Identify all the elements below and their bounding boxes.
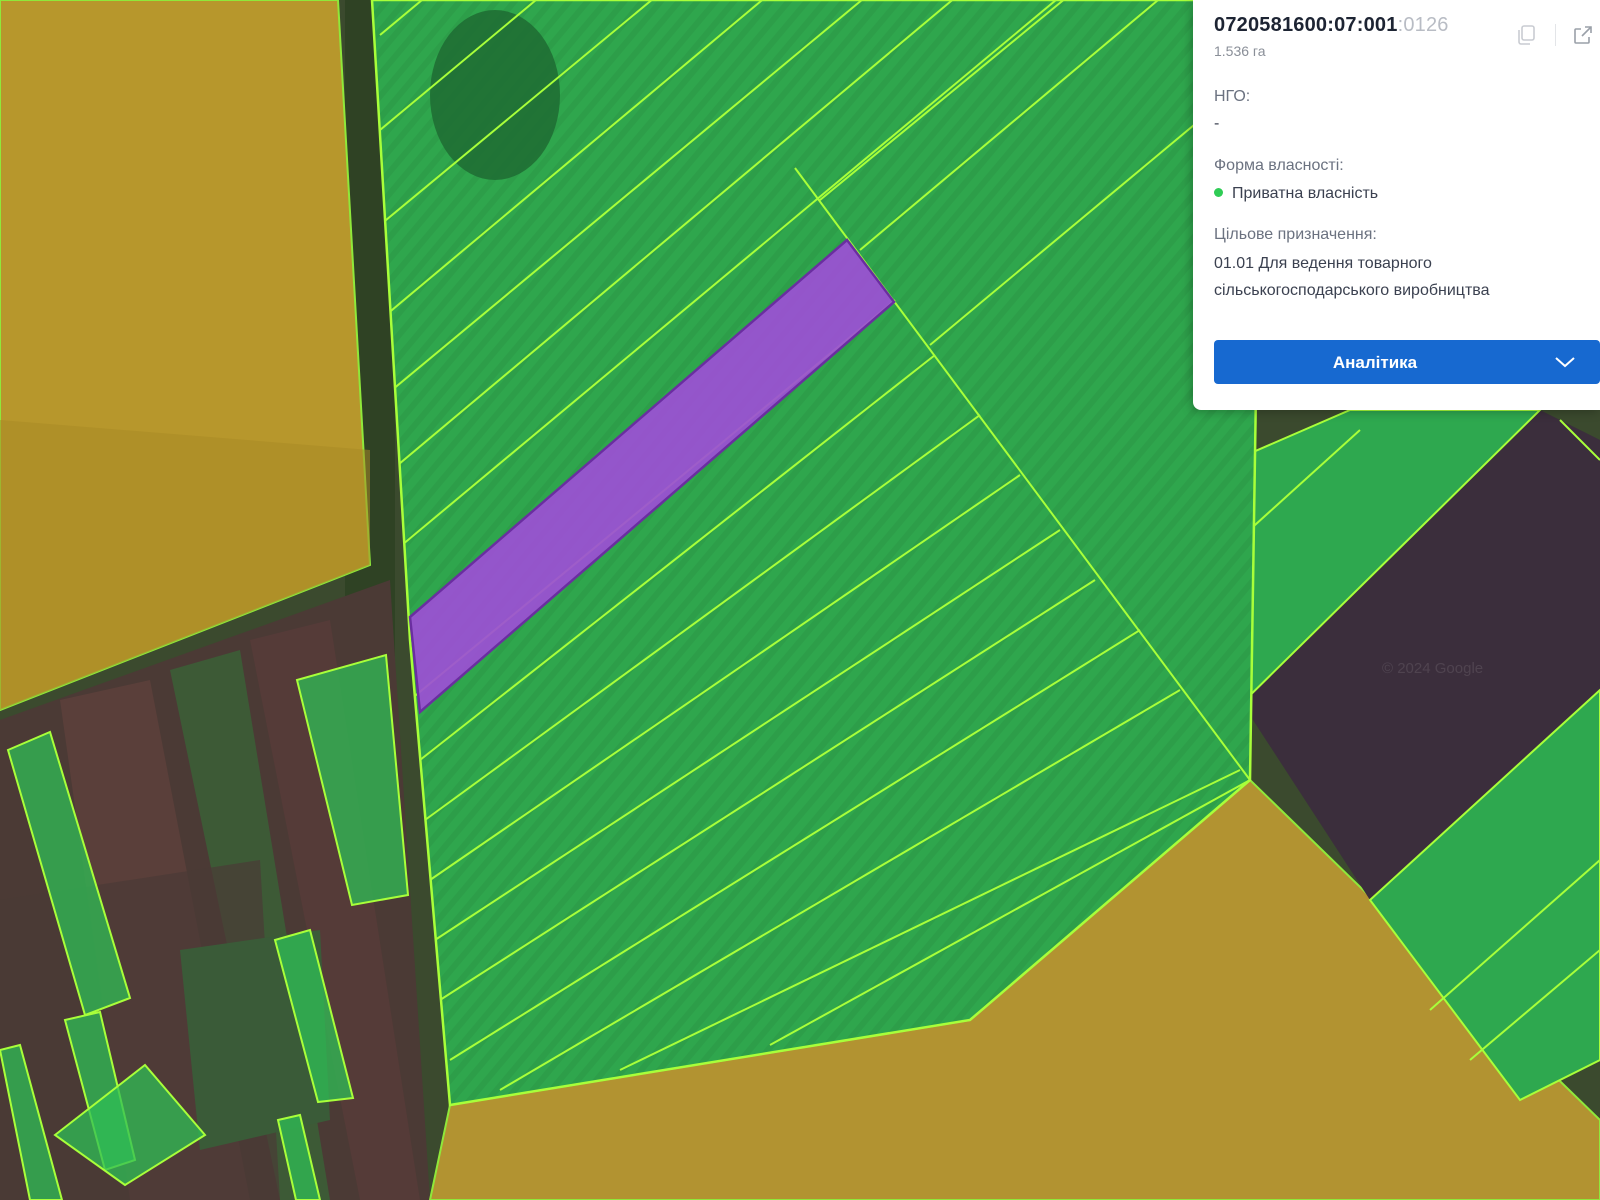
ownership-label: Форма власності: — [1214, 157, 1344, 174]
ownership-value: Приватна власність — [1214, 180, 1378, 207]
purpose-line-1: 01.01 Для ведення товарного — [1214, 255, 1432, 272]
ownership-status-dot — [1214, 188, 1223, 197]
parcel-info-panel: 0720581600:07:001:0126 1.536 га НГО: - Ф… — [1193, 0, 1600, 410]
icon-separator — [1555, 24, 1556, 46]
tree-patch — [430, 10, 560, 180]
chevron-down-icon — [1554, 353, 1576, 376]
purpose-line-2: сільськогосподарського виробництва — [1214, 282, 1490, 299]
ngo-label: НГО: — [1214, 88, 1251, 105]
cadastral-number: 0720581600:07:001:0126 — [1214, 14, 1449, 36]
analytics-button-label: Аналітика — [1332, 353, 1418, 372]
purpose-label: Цільове призначення: — [1214, 226, 1377, 243]
external-link-icon[interactable] — [1568, 20, 1598, 50]
parcel-area: 1.536 га — [1214, 43, 1266, 59]
analytics-button[interactable]: Аналітика — [1214, 340, 1600, 384]
ngo-value: - — [1214, 115, 1220, 132]
copy-icon[interactable] — [1511, 20, 1541, 50]
